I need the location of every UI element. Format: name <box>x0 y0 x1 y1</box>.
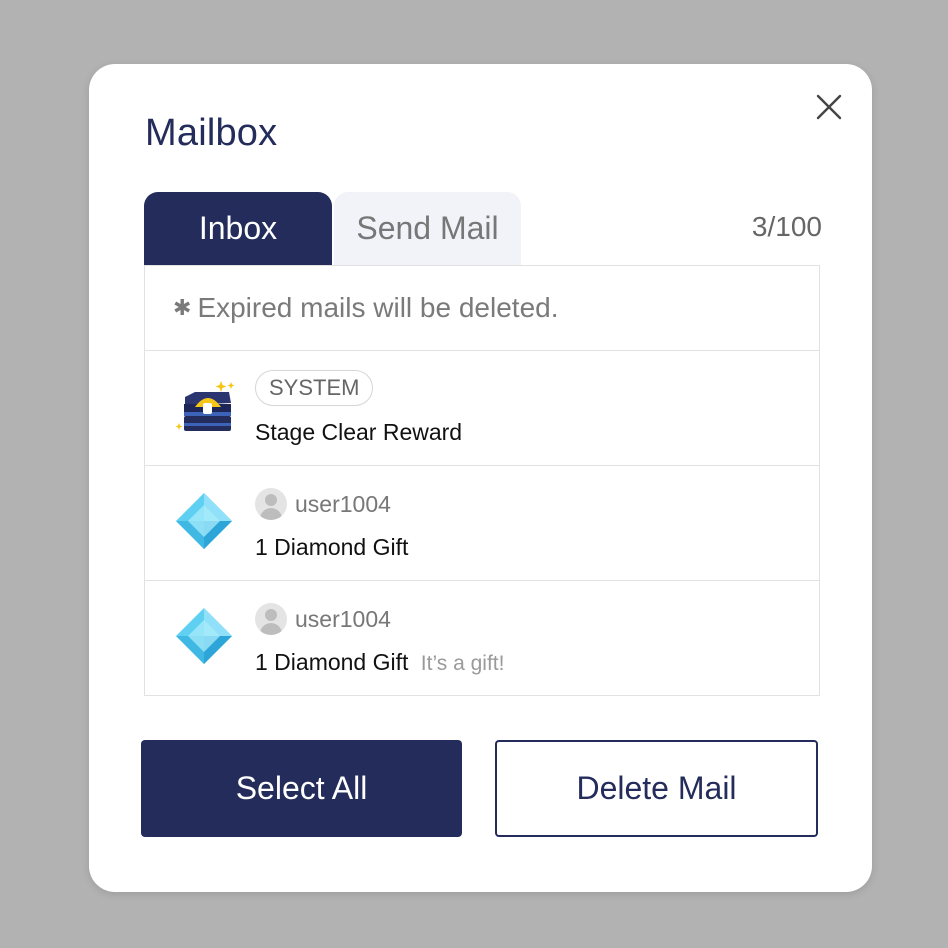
mail-sender: user1004 <box>255 487 391 521</box>
mail-subject-text: Stage Clear Reward <box>255 419 463 445</box>
mail-item[interactable]: SYSTEM Stage Clear Reward <box>145 351 819 466</box>
asterisk-icon: ✱ <box>173 295 192 320</box>
mail-count: 3/100 <box>751 211 822 242</box>
notice-text: Expired mails will be deleted. <box>197 292 559 323</box>
select-all-button[interactable]: Select All <box>141 740 462 837</box>
close-button[interactable] <box>816 94 842 120</box>
diamond-icon <box>171 603 237 669</box>
mail-item[interactable]: user1004 1 Diamond Gift <box>145 466 819 581</box>
mail-item[interactable]: user1004 1 Diamond Gift It’s a gift! <box>145 581 819 696</box>
delete-mail-button[interactable]: Delete Mail <box>495 740 818 837</box>
mail-subject: 1 Diamond Gift <box>255 534 408 561</box>
sender-name: user1004 <box>295 605 391 632</box>
system-badge: SYSTEM <box>255 370 374 406</box>
mail-subject-text: 1 Diamond Gift <box>255 534 409 560</box>
dialog-title: Mailbox <box>145 112 278 154</box>
diamond-icon <box>171 488 237 554</box>
avatar <box>255 603 287 635</box>
sender-name: user1004 <box>295 490 391 517</box>
avatar <box>255 488 287 520</box>
tab-send-mail[interactable]: Send Mail <box>334 192 521 265</box>
expiry-notice: ✱ Expired mails will be deleted. <box>145 266 819 351</box>
mail-message: It’s a gift! <box>420 652 505 675</box>
treasure-chest-icon <box>171 373 237 439</box>
mailbox-dialog: Mailbox Inbox Send Mail 3/100 ✱ Expired … <box>89 64 872 892</box>
mail-subject: 1 Diamond Gift It’s a gift! <box>255 649 504 676</box>
mail-sender: user1004 <box>255 602 391 636</box>
mail-subject: Stage Clear Reward <box>255 419 462 446</box>
tab-inbox[interactable]: Inbox <box>144 192 332 265</box>
close-icon <box>816 94 842 120</box>
mail-list: ✱ Expired mails will be deleted. SYSTEM … <box>144 265 820 696</box>
mail-subject-text: 1 Diamond Gift <box>255 649 409 675</box>
